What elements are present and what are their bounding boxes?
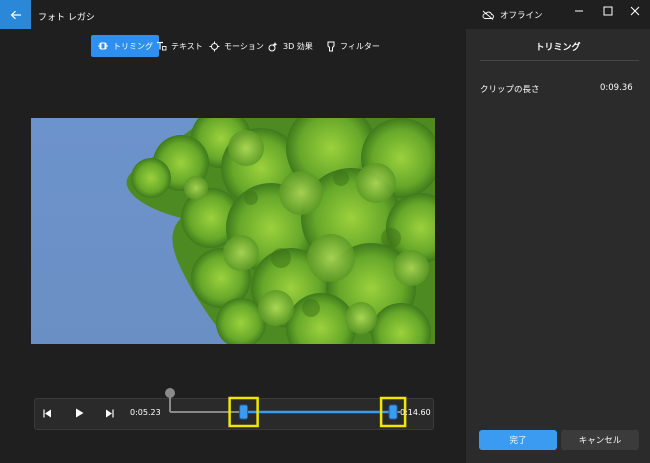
trim-start-handle[interactable] bbox=[239, 404, 249, 420]
previous-frame-button[interactable] bbox=[39, 405, 55, 421]
back-arrow-icon bbox=[10, 10, 21, 19]
motion-icon bbox=[209, 41, 220, 51]
back-button[interactable] bbox=[0, 0, 31, 29]
trim-end-time: 0:14.60 bbox=[400, 408, 431, 417]
filter-icon bbox=[327, 41, 335, 51]
text-icon bbox=[157, 41, 167, 51]
clip-length-label: クリップの長さ bbox=[480, 85, 540, 95]
tab-trim[interactable]: トリミング bbox=[91, 35, 159, 57]
panel-title: トリミング bbox=[535, 43, 581, 53]
offline-status[interactable]: オフライン bbox=[482, 9, 543, 21]
step-forward-icon bbox=[106, 409, 114, 417]
play-icon bbox=[75, 408, 83, 418]
video-preview bbox=[31, 118, 435, 344]
tab-motion[interactable]: モーション bbox=[203, 35, 270, 57]
close-button[interactable] bbox=[628, 4, 642, 18]
offline-label: オフライン bbox=[500, 11, 543, 21]
done-button[interactable]: 完了 bbox=[479, 430, 557, 450]
clip-length-value: 0:09.36 bbox=[600, 83, 633, 93]
minimize-button[interactable] bbox=[572, 4, 586, 18]
tab-motion-label: モーション bbox=[224, 41, 264, 51]
tab-3d-effects-label: 3D 効果 bbox=[283, 41, 313, 51]
maximize-icon bbox=[603, 6, 613, 16]
playhead-handle[interactable] bbox=[165, 388, 175, 398]
play-button[interactable] bbox=[71, 405, 87, 421]
trim-start-time: 0:05.23 bbox=[130, 408, 161, 417]
app-title: フォト レガシ bbox=[38, 13, 95, 23]
3d-effects-icon bbox=[268, 41, 278, 51]
tab-3d-effects[interactable]: 3D 効果 bbox=[262, 35, 319, 57]
video-frame-image bbox=[31, 118, 435, 344]
cloud-offline-icon bbox=[482, 10, 494, 20]
panel-divider bbox=[480, 60, 639, 61]
trim-timeline[interactable] bbox=[160, 384, 410, 430]
tab-filter[interactable]: フィルター bbox=[320, 35, 386, 57]
tab-text-label: テキスト bbox=[171, 41, 203, 51]
trim-end-handle[interactable] bbox=[388, 404, 398, 420]
trim-icon bbox=[98, 42, 108, 50]
tab-trim-label: トリミング bbox=[113, 41, 153, 51]
minimize-icon bbox=[575, 10, 583, 12]
cancel-button[interactable]: キャンセル bbox=[561, 430, 639, 450]
maximize-button[interactable] bbox=[601, 4, 615, 18]
tab-filter-label: フィルター bbox=[340, 41, 380, 51]
tab-text[interactable]: テキスト bbox=[150, 35, 209, 57]
close-icon bbox=[630, 6, 640, 16]
step-back-icon bbox=[43, 409, 51, 417]
next-frame-button[interactable] bbox=[102, 405, 118, 421]
